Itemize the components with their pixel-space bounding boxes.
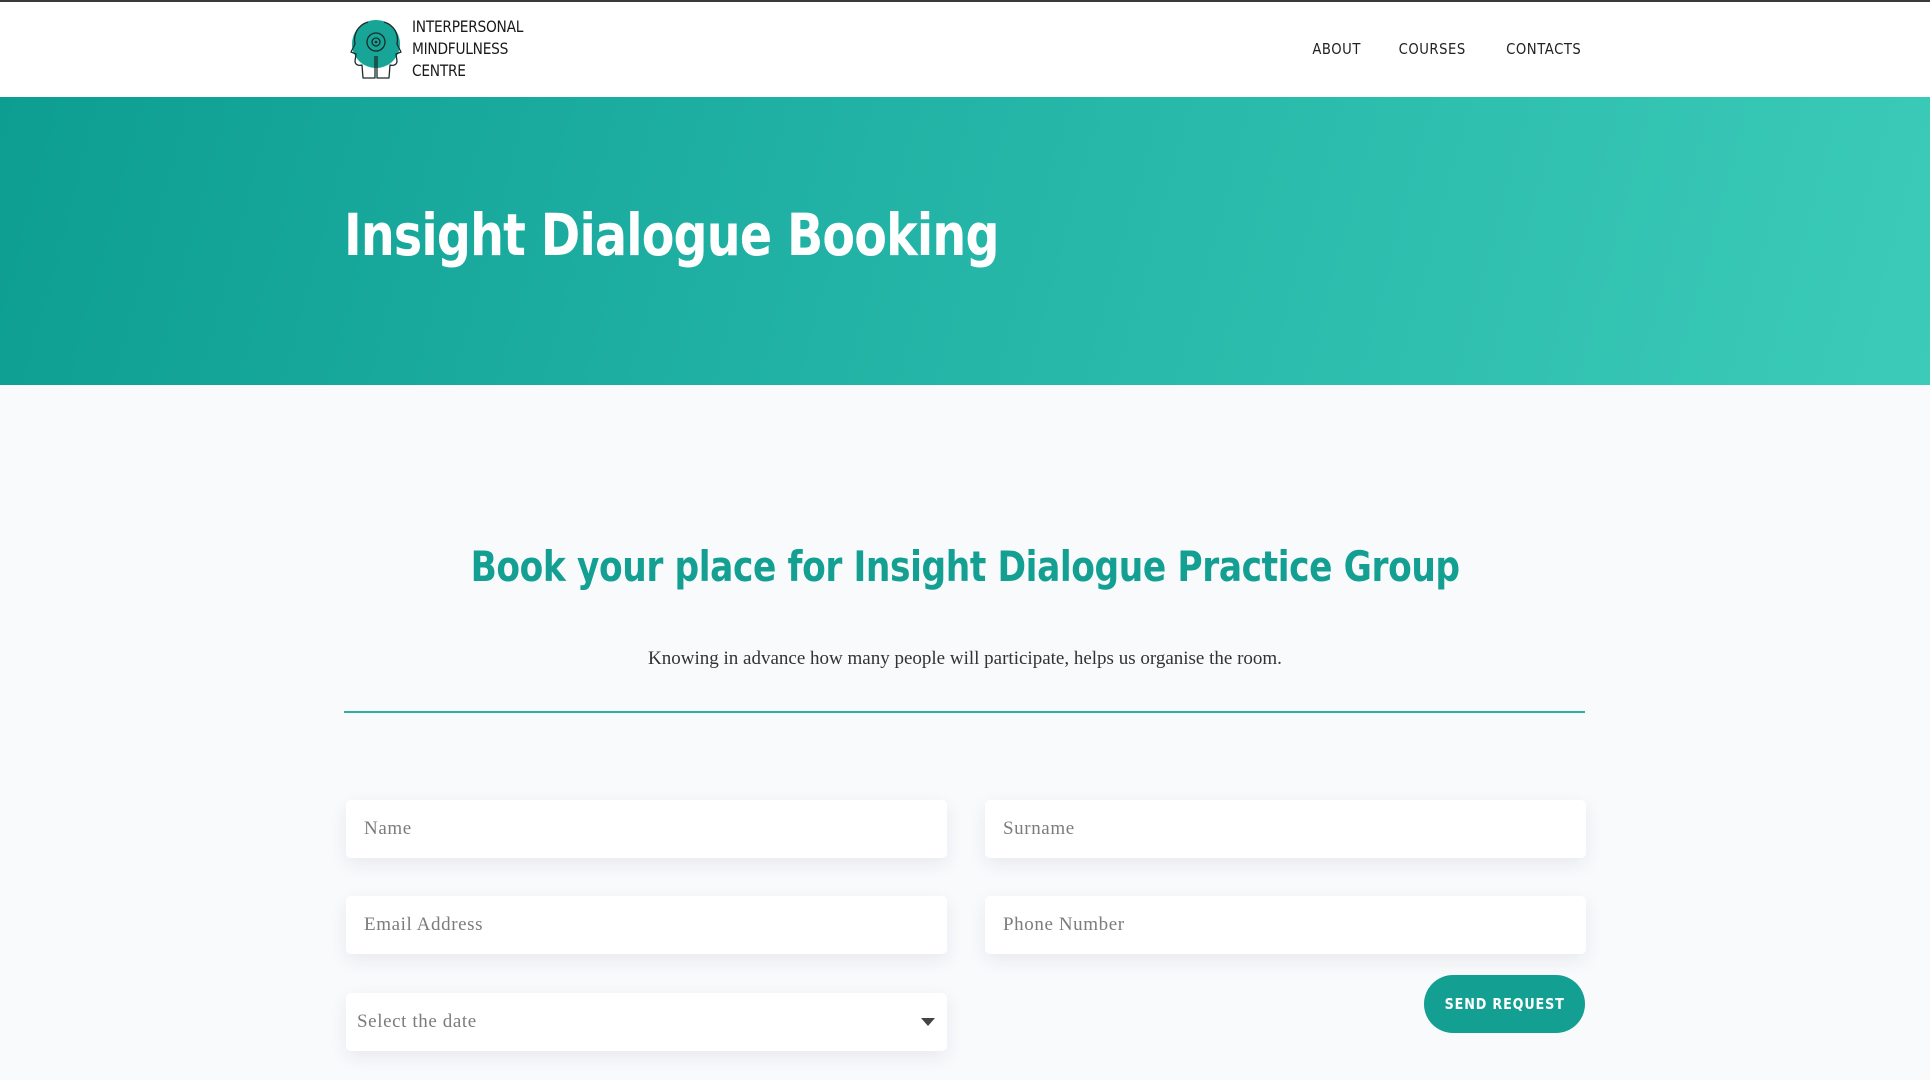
booking-heading: Book your place for Insight Dialogue Pra… — [0, 542, 1930, 591]
nav-link-courses[interactable]: COURSES — [1399, 40, 1466, 58]
surname-input[interactable] — [985, 800, 1586, 858]
site-name: INTERPERSONAL MINDFULNESS CENTRE — [412, 16, 523, 82]
site-name-line: INTERPERSONAL — [412, 17, 524, 36]
head-profile-logo-icon — [350, 20, 402, 79]
site-header: INTERPERSONAL MINDFULNESS CENTRE ABOUT C… — [0, 0, 1930, 97]
site-name-line: MINDFULNESS — [412, 39, 509, 58]
nav-link-contacts[interactable]: CONTACTS — [1506, 40, 1581, 58]
booking-description: Knowing in advance how many people will … — [648, 648, 1282, 669]
main-nav: ABOUT COURSES CONTACTS — [1309, 40, 1586, 58]
site-logo[interactable]: INTERPERSONAL MINDFULNESS CENTRE — [348, 16, 541, 82]
booking-heading-text: Book your place for Insight Dialogue Pra… — [470, 542, 1460, 591]
send-request-label: SEND REQUEST — [1444, 995, 1565, 1013]
page-title: Insight Dialogue Booking — [344, 201, 1000, 269]
nav-link-about[interactable]: ABOUT — [1312, 40, 1361, 58]
send-request-button[interactable]: SEND REQUEST — [1424, 975, 1585, 1033]
section-divider — [344, 711, 1585, 713]
hero-banner: Insight Dialogue Booking — [0, 97, 1930, 385]
phone-input[interactable] — [985, 896, 1586, 954]
caret-down-icon — [921, 1018, 935, 1026]
site-name-line: CENTRE — [412, 61, 466, 80]
date-select-value: Select the date — [357, 1011, 477, 1032]
date-select[interactable]: Select the date — [346, 993, 947, 1051]
email-input[interactable] — [346, 896, 947, 954]
name-input[interactable] — [346, 800, 947, 858]
